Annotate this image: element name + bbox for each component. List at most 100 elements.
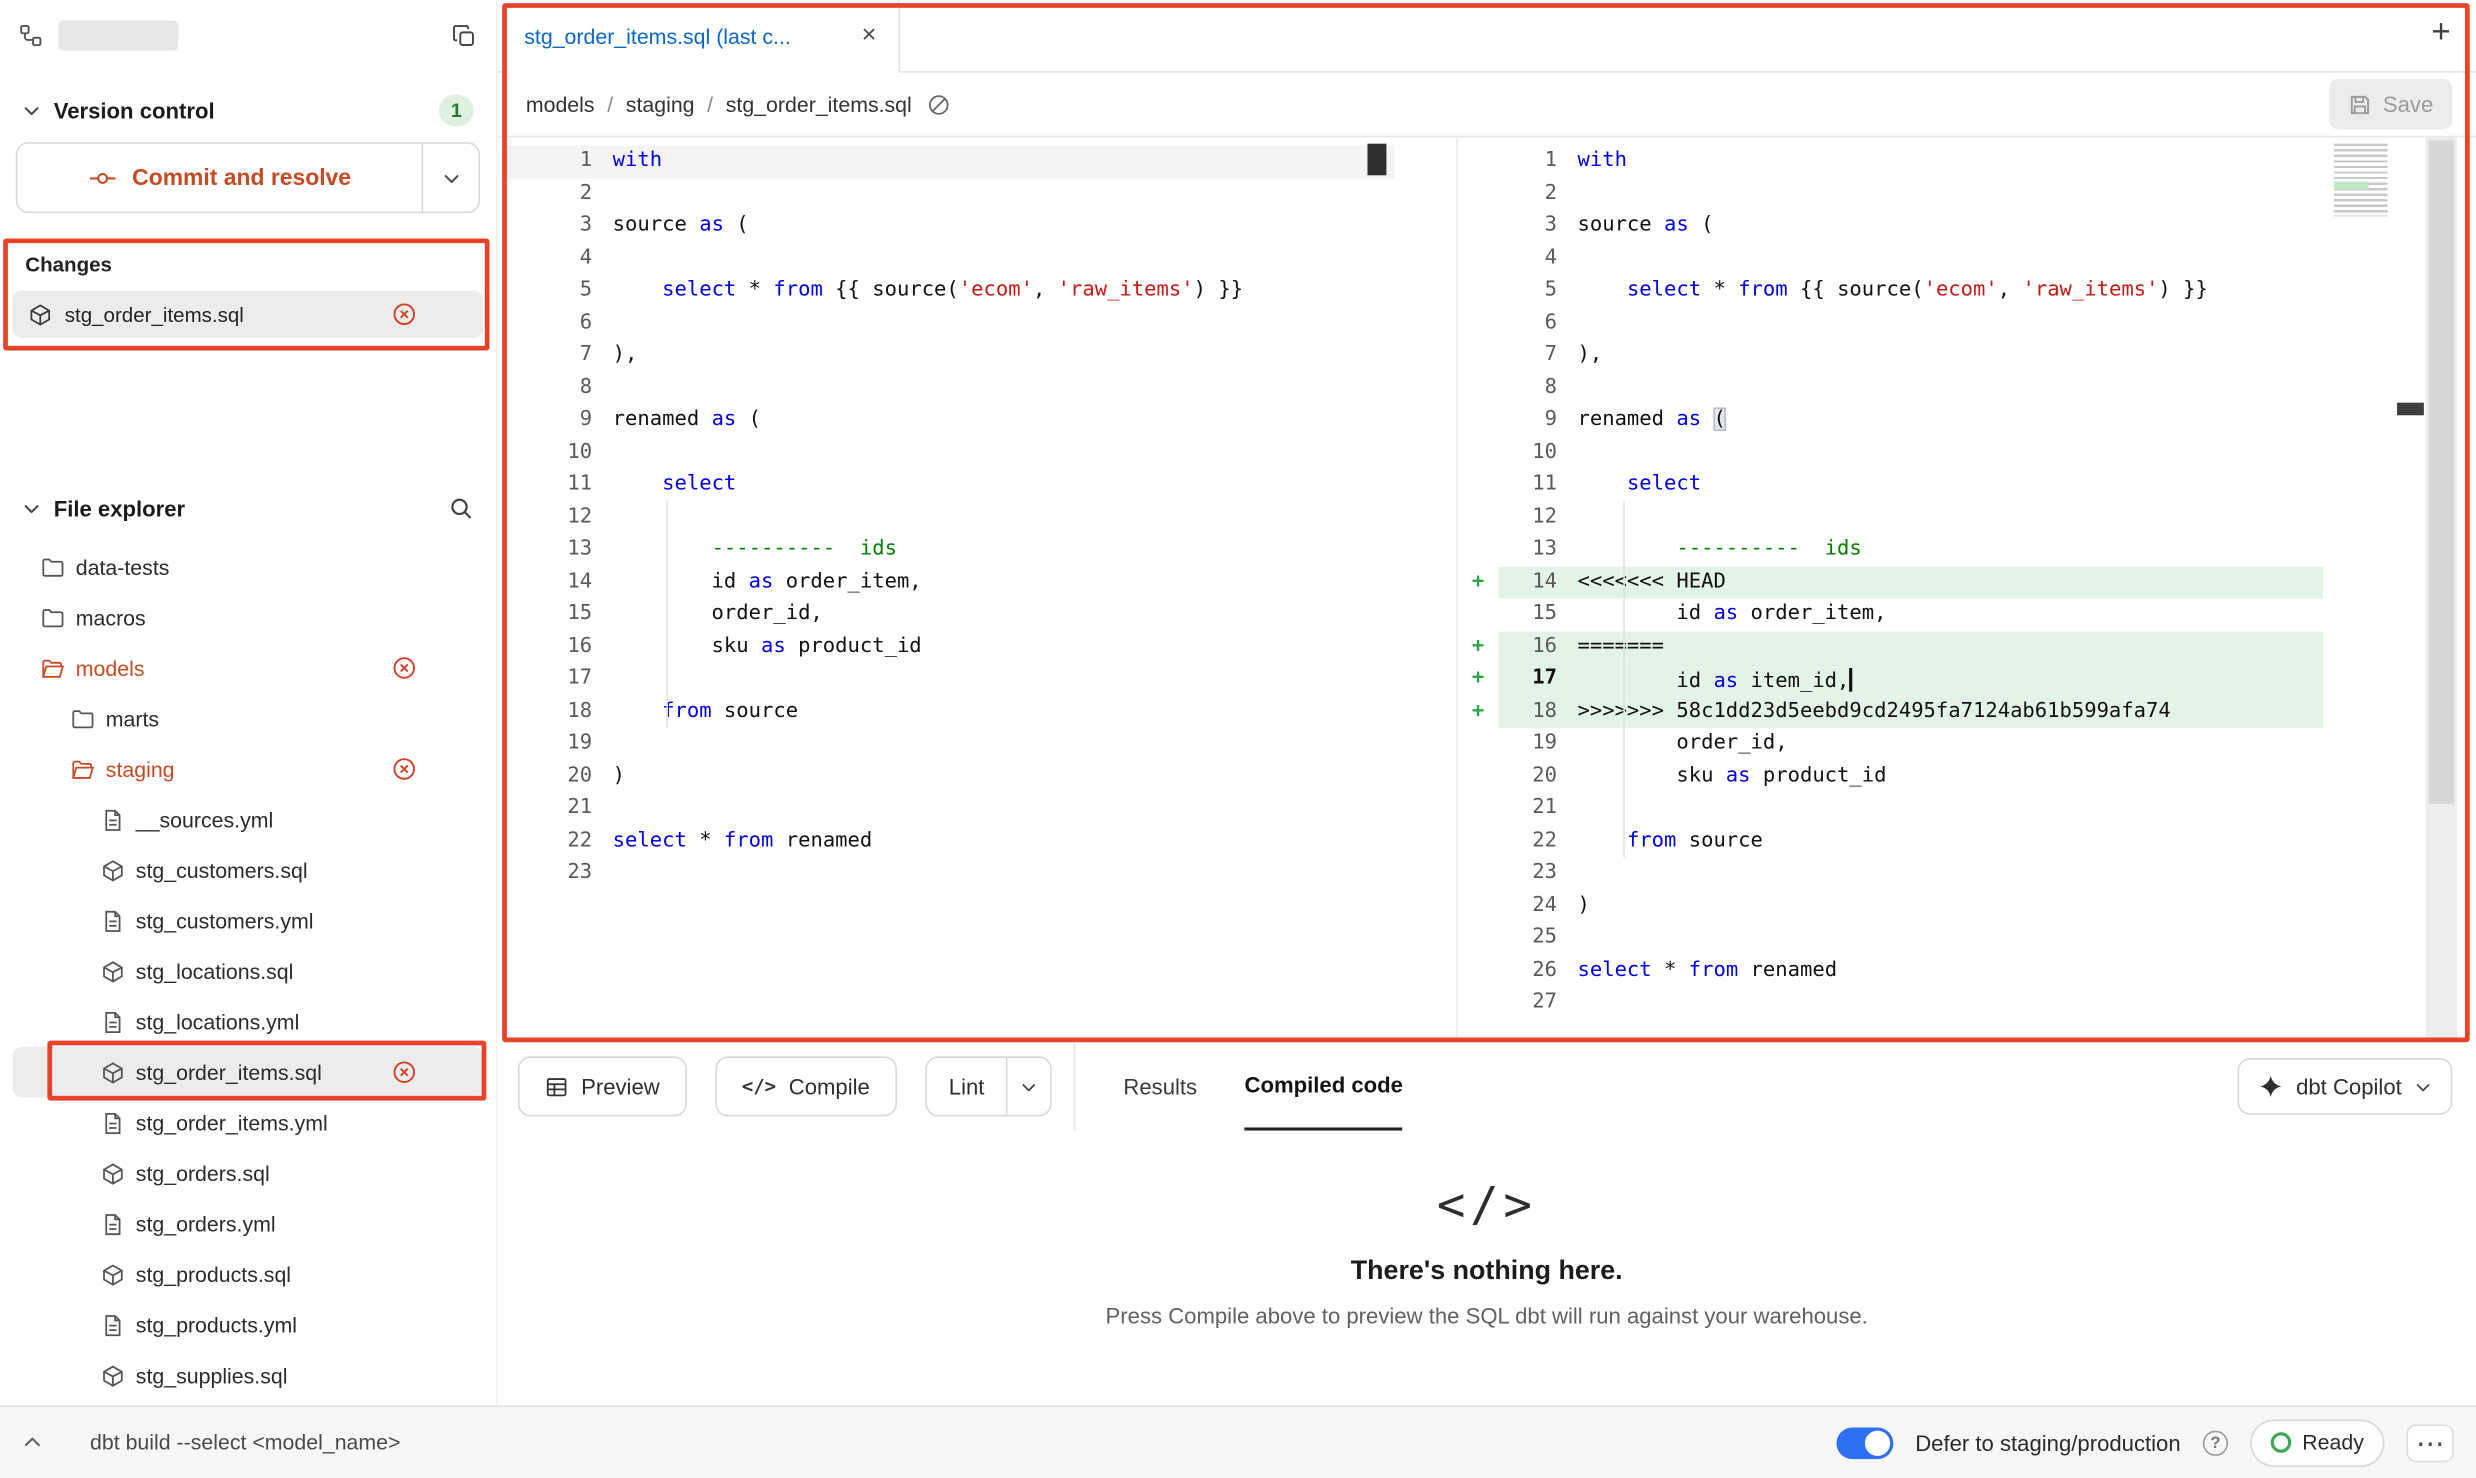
code-line-10[interactable]: 10 [1457,437,2392,469]
discard-changes-icon[interactable] [392,756,417,781]
file-row-stg_order_items.sql[interactable]: stg_order_items.sql [13,1047,484,1098]
code-line-23[interactable]: 23 [1457,857,2392,889]
code-line-21[interactable]: 21 [1457,793,2392,825]
file-row-stg_locations.yml[interactable]: stg_locations.yml [13,996,484,1047]
code-line-2[interactable]: 2 [502,178,1394,210]
defer-toggle[interactable] [1836,1427,1893,1459]
code-line-2[interactable]: 2 [1457,178,2392,210]
preview-button[interactable]: Preview [518,1056,687,1116]
file-row-stg_products.yml[interactable]: stg_products.yml [13,1300,484,1351]
workflow-icon[interactable] [19,24,43,48]
breadcrumb-item[interactable]: stg_order_items.sql [726,92,912,116]
file-row-__sources.yml[interactable]: __sources.yml [13,794,484,845]
tab-compiled-code[interactable]: Compiled code [1244,1042,1402,1130]
diff-editor[interactable]: 1with23source as (45 select * from {{ so… [497,136,2476,1042]
code-line-15[interactable]: 15 id as order_item, [1457,598,2392,630]
tab-stg-order-items[interactable]: stg_order_items.sql (last c... × [502,0,900,73]
scrollbar-thumb[interactable] [1367,144,1386,176]
code-line-12[interactable]: 12 [1457,501,2392,533]
file-row-stg_customers.sql[interactable]: stg_customers.sql [13,845,484,896]
code-line-16[interactable]: 16 sku as product_id [502,631,1394,663]
close-icon[interactable]: × [862,24,877,49]
changes-item-stg_order_items.sql[interactable]: stg_order_items.sql [13,291,484,338]
copy-icon[interactable] [452,23,477,48]
lint-button[interactable]: Lint [927,1058,1007,1115]
code-line-25[interactable]: 25 [1457,922,2392,954]
code-line-1[interactable]: 1with [502,145,1394,177]
file-row-stg_locations.sql[interactable]: stg_locations.sql [13,946,484,997]
file-row-stg_customers.yml[interactable]: stg_customers.yml [13,895,484,946]
code-line-13[interactable]: 13 ---------- ids [1457,534,2392,566]
code-line-12[interactable]: 12 [502,501,1394,533]
code-line-17[interactable]: +17 id as item_id, [1457,663,2392,695]
file-row-models[interactable]: models [13,643,484,694]
code-line-8[interactable]: 8 [502,372,1394,404]
code-line-7[interactable]: 7), [1457,340,2392,372]
code-line-19[interactable]: 19 order_id, [1457,728,2392,760]
code-line-24[interactable]: 24) [1457,890,2392,922]
new-tab-button[interactable]: + [2431,16,2450,49]
code-line-11[interactable]: 11 select [1457,469,2392,501]
code-line-8[interactable]: 8 [1457,372,2392,404]
code-line-17[interactable]: 17 [502,663,1394,695]
code-line-18[interactable]: +18>>>>>>> 58c1dd23d5eebd9cd2495fa7124ab… [1457,696,2392,728]
code-line-16[interactable]: +16======= [1457,631,2392,663]
file-row-stg_products.sql[interactable]: stg_products.sql [13,1249,484,1300]
code-line-18[interactable]: 18 from source [502,696,1394,728]
file-row-stg_order_items.yml[interactable]: stg_order_items.yml [13,1097,484,1148]
file-row-staging[interactable]: staging [13,744,484,795]
command-bar[interactable]: dbt build --select <model_name> [90,1431,400,1455]
code-line-6[interactable]: 6 [502,307,1394,339]
more-options-button[interactable]: ⋯ [2407,1424,2454,1462]
code-line-14[interactable]: 14 id as order_item, [502,566,1394,598]
minimap[interactable] [2334,144,2388,217]
breadcrumb-item[interactable]: staging [626,92,695,116]
file-row-macros[interactable]: macros [13,592,484,643]
dbt-copilot-button[interactable]: dbt Copilot [2238,1058,2453,1115]
file-row-stg_orders.sql[interactable]: stg_orders.sql [13,1148,484,1199]
code-line-14[interactable]: +14<<<<<<< HEAD [1457,566,2392,598]
code-line-7[interactable]: 7), [502,340,1394,372]
discard-changes-icon[interactable] [392,302,417,327]
file-row-stg_supplies.sql[interactable]: stg_supplies.sql [13,1350,484,1401]
help-icon[interactable]: ? [2203,1430,2228,1455]
commit-dropdown-button[interactable] [422,144,479,212]
code-line-20[interactable]: 20) [502,760,1394,792]
search-icon[interactable] [448,495,473,520]
code-line-9[interactable]: 9renamed as ( [502,404,1394,436]
file-explorer-header[interactable]: File explorer [0,483,496,532]
code-line-5[interactable]: 5 select * from {{ source('ecom', 'raw_i… [502,275,1394,307]
discard-changes-icon[interactable] [392,1060,417,1085]
breadcrumb-item[interactable]: models [526,92,595,116]
code-line-27[interactable]: 27 [1457,987,2392,1019]
code-line-1[interactable]: 1with [1457,145,2392,177]
ready-status-button[interactable]: Ready [2250,1419,2384,1466]
version-control-header[interactable]: Version control 1 [0,85,496,134]
code-line-22[interactable]: 22 from source [1457,825,2392,857]
code-line-6[interactable]: 6 [1457,307,2392,339]
code-line-23[interactable]: 23 [502,857,1394,889]
commit-and-resolve-button[interactable]: Commit and resolve [16,142,480,213]
save-button[interactable]: Save [2329,79,2452,130]
code-line-19[interactable]: 19 [502,728,1394,760]
code-line-3[interactable]: 3source as ( [1457,210,2392,242]
code-line-21[interactable]: 21 [502,793,1394,825]
chevron-up-icon[interactable] [22,1432,43,1453]
code-line-10[interactable]: 10 [502,437,1394,469]
file-row-marts[interactable]: marts [13,693,484,744]
file-row-stg_orders.yml[interactable]: stg_orders.yml [13,1199,484,1250]
code-line-4[interactable]: 4 [502,242,1394,274]
code-line-11[interactable]: 11 select [502,469,1394,501]
lint-dropdown-button[interactable] [1007,1058,1051,1115]
compile-button[interactable]: </> Compile [715,1056,897,1116]
editor-pane-modified[interactable]: 1with23source as (45 select * from {{ so… [1456,137,2392,1042]
code-line-15[interactable]: 15 order_id, [502,598,1394,630]
code-line-3[interactable]: 3source as ( [502,210,1394,242]
scrollbar-thumb[interactable] [2429,141,2454,804]
code-line-22[interactable]: 22select * from renamed [502,825,1394,857]
code-line-4[interactable]: 4 [1457,242,2392,274]
tab-results[interactable]: Results [1123,1042,1197,1130]
code-line-20[interactable]: 20 sku as product_id [1457,760,2392,792]
code-line-5[interactable]: 5 select * from {{ source('ecom', 'raw_i… [1457,275,2392,307]
code-line-26[interactable]: 26select * from renamed [1457,955,2392,987]
